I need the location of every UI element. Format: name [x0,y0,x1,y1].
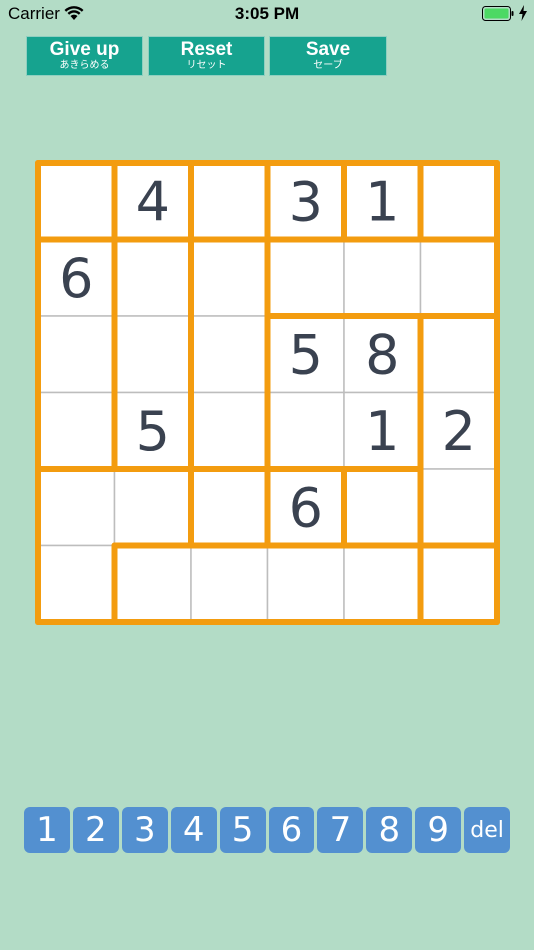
board-cell-r5c1[interactable] [37,468,116,547]
board-cell-r3c4[interactable] [266,315,345,394]
board-cell-r1c6[interactable] [419,162,498,241]
board-cell-r6c6[interactable] [419,544,498,623]
board-cell-r5c3[interactable] [190,468,269,547]
key-8[interactable]: 8 [366,807,413,853]
key-6[interactable]: 6 [268,807,315,853]
board-cell-r3c5[interactable] [343,315,422,394]
key-4[interactable]: 4 [170,807,217,853]
board-cell-r2c2[interactable] [113,238,192,317]
key-1[interactable]: 1 [24,807,70,853]
board-cell-r3c2[interactable] [113,315,192,394]
board-cell-r5c4[interactable] [266,468,345,547]
key-5[interactable]: 5 [219,807,266,853]
board-cell-r6c5[interactable] [343,544,422,623]
board-cell-r2c4[interactable] [266,238,345,317]
reset-button[interactable]: Reset リセット [148,36,265,76]
board-cell-r6c4[interactable] [266,544,345,623]
board-cell-r6c2[interactable] [113,544,192,623]
board-cell-r4c3[interactable] [190,391,269,470]
save-label: Save [305,39,351,60]
key-3[interactable]: 3 [121,807,168,853]
board-cell-r1c4[interactable] [266,162,345,241]
board-cell-r4c5[interactable] [343,391,422,470]
board-cell-r3c1[interactable] [37,315,116,394]
board-cell-r1c5[interactable] [343,162,422,241]
board-cell-r3c3[interactable] [190,315,269,394]
key-7[interactable]: 7 [317,807,364,853]
delete-key[interactable]: del [464,807,511,853]
board-cell-r2c5[interactable] [343,238,422,317]
reset-label: Reset [180,39,233,60]
board-cell-r5c2[interactable] [113,468,192,547]
charging-bolt-icon [519,5,527,21]
board-cell-r2c1[interactable] [37,238,116,317]
number-pad: 1 2 3 4 5 6 7 8 9 del [24,807,511,853]
board-cell-r4c4[interactable] [266,391,345,470]
board-cell-r4c1[interactable] [37,391,116,470]
board-cell-r5c6[interactable] [419,468,498,547]
board-cell-r5c5[interactable] [343,468,422,547]
reset-sublabel: リセット [186,60,227,71]
give-up-button[interactable]: Give up あきらめる [26,36,143,76]
board-cell-r4c6[interactable] [419,391,498,470]
board-cell-r1c1[interactable] [37,162,116,241]
key-2[interactable]: 2 [72,807,119,853]
give-up-sublabel: あきらめる [59,60,110,71]
board-cell-r6c3[interactable] [190,544,269,623]
give-up-label: Give up [49,39,120,60]
board-cell-r4c2[interactable] [113,391,192,470]
clock: 3:05 PM [234,4,300,23]
battery-icon [482,6,514,21]
board-cell-r2c3[interactable] [190,238,269,317]
save-sublabel: セーブ [313,60,343,71]
key-9[interactable]: 9 [415,807,462,853]
board-cell-r1c2[interactable] [113,162,192,241]
board-cell-r1c3[interactable] [190,162,269,241]
board-cell-r6c1[interactable] [37,544,116,623]
board-cell-r2c6[interactable] [419,238,498,317]
save-button[interactable]: Save セーブ [269,36,387,76]
board-cell-r3c6[interactable] [419,315,498,394]
status-bar: Carrier 3:05 PM [0,0,534,28]
